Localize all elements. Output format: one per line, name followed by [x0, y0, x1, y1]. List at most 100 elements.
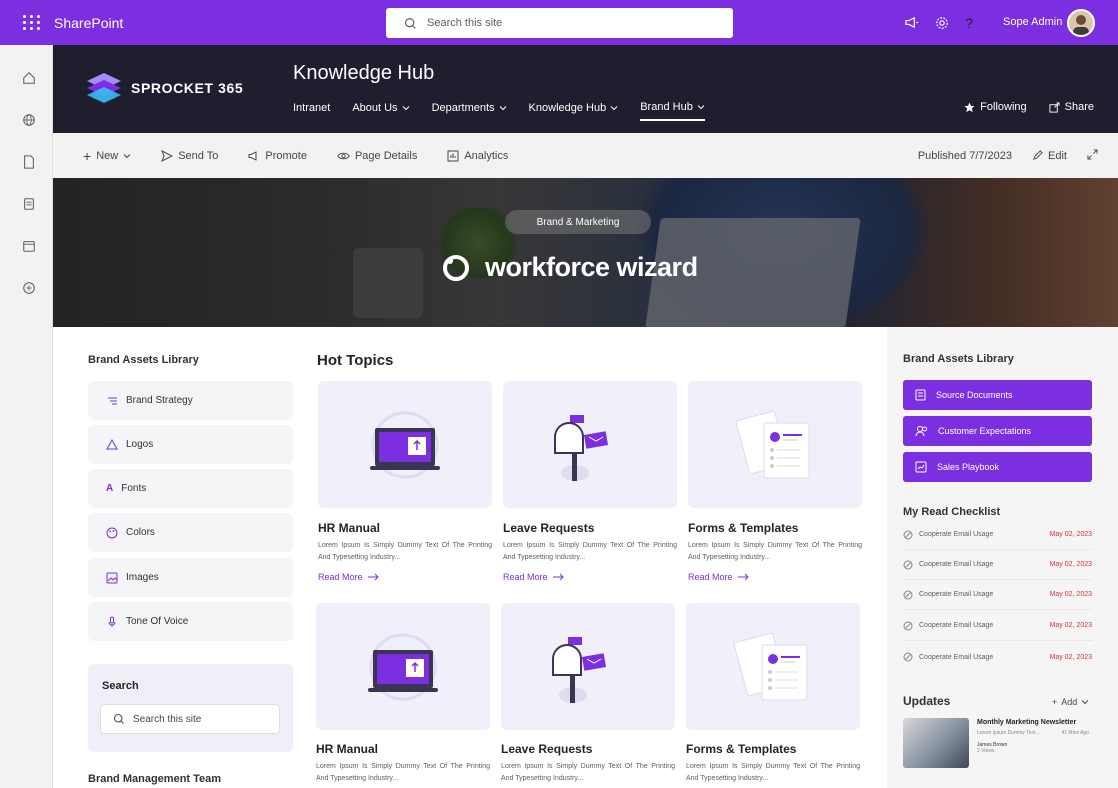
checklist-name: Cooperate Email Usage: [919, 591, 994, 598]
updates-title: Updates: [903, 694, 951, 708]
link-icon: [903, 652, 913, 662]
read-more-link[interactable]: Read More: [318, 572, 379, 582]
nav-departments[interactable]: Departments: [432, 101, 507, 121]
analytics-icon: [447, 150, 459, 161]
library-item-label: Tone Of Voice: [126, 616, 189, 627]
analytics-button[interactable]: Analytics: [447, 150, 508, 162]
hero-banner: Brand & Marketing workforce wizard: [53, 178, 1118, 327]
search-input[interactable]: Search this site: [100, 704, 280, 734]
hero-wordmark-text: workforce wizard: [485, 252, 698, 282]
card-text: Lorem Ipsum Is Simply Dummy Text Of The …: [688, 542, 862, 561]
button-label: Source Documents: [936, 390, 1013, 400]
library-item-images[interactable]: Images: [88, 558, 293, 597]
card-title[interactable]: Leave Requests: [503, 521, 594, 535]
analytics-label: Analytics: [464, 149, 509, 162]
app-name[interactable]: SharePoint: [54, 15, 123, 31]
card-title[interactable]: Forms & Templates: [688, 521, 798, 535]
library-item-brand-strategy[interactable]: Brand Strategy: [88, 381, 293, 420]
hero-tag: Brand & Marketing: [505, 210, 651, 234]
share-button[interactable]: Share: [1049, 101, 1094, 113]
add-circle-icon[interactable]: [21, 280, 37, 296]
library-item-colors[interactable]: Colors: [88, 513, 293, 552]
right-library-title: Brand Assets Library: [903, 353, 1014, 365]
nav-intranet[interactable]: Intranet: [293, 101, 330, 121]
card-title[interactable]: HR Manual: [318, 521, 380, 535]
site-title[interactable]: Knowledge Hub: [293, 62, 434, 85]
avatar[interactable]: [1067, 9, 1095, 37]
source-documents-button[interactable]: Source Documents: [903, 380, 1092, 410]
sprocket-logo-icon: [87, 73, 121, 103]
checklist-item[interactable]: Cooperate Email Usage May 02, 2023: [903, 550, 1092, 580]
card-image-hr-manual[interactable]: [316, 603, 490, 730]
edit-button[interactable]: Edit: [1032, 150, 1067, 162]
news-views: 2 Views: [977, 748, 995, 754]
hot-topics-title: Hot Topics: [317, 352, 394, 369]
card-image-leave-requests[interactable]: [501, 603, 675, 730]
document-icon[interactable]: [21, 154, 37, 170]
customer-expectations-button[interactable]: Customer Expectations: [903, 416, 1092, 446]
new-label: New: [96, 149, 119, 162]
read-more-link[interactable]: Read More: [688, 572, 749, 582]
checklist-item[interactable]: Cooperate Email Usage May 02, 2023: [903, 642, 1092, 672]
library-item-fonts[interactable]: A Fonts: [88, 469, 293, 508]
arrow-right-icon: [737, 573, 749, 581]
checklist-title: My Read Checklist: [903, 506, 1001, 518]
new-button[interactable]: + New: [83, 148, 131, 164]
news-item[interactable]: Monthly Marketing Newsletter Lorem Ipsum…: [903, 718, 1092, 773]
help-icon[interactable]: ?: [965, 15, 973, 31]
add-update-button[interactable]: + Add: [1052, 697, 1089, 707]
card-text: Lorem Ipsum Is Simply Dummy Text Of The …: [318, 542, 492, 561]
promote-button[interactable]: Promote: [248, 150, 307, 162]
send-to-button[interactable]: Send To: [161, 149, 218, 162]
checklist-date: May 02, 2023: [1049, 591, 1092, 598]
send-icon: [161, 149, 174, 162]
card-image-forms-templates[interactable]: [688, 381, 862, 508]
card-title[interactable]: Leave Requests: [501, 742, 592, 756]
checklist-item[interactable]: Cooperate Email Usage May 02, 2023: [903, 580, 1092, 610]
command-bar: + New Send To Promote Page Details Analyt…: [53, 133, 1118, 178]
megaphone-icon[interactable]: [904, 15, 919, 30]
chevron-down-icon: [1081, 700, 1089, 705]
site-logo[interactable]: SPROCKET 365: [85, 71, 243, 105]
home-icon[interactable]: [21, 70, 37, 86]
people-icon: [915, 426, 927, 437]
search-title: Search: [102, 680, 139, 692]
checklist-item[interactable]: Cooperate Email Usage May 02, 2023: [903, 520, 1092, 550]
user-name[interactable]: Sope Admin: [1003, 16, 1062, 28]
gear-icon[interactable]: [935, 16, 949, 30]
document-icon: [915, 389, 926, 401]
card-title[interactable]: Forms & Templates: [686, 742, 796, 756]
card-image-leave-requests[interactable]: [503, 381, 677, 508]
page-details-button[interactable]: Page Details: [337, 150, 417, 162]
app-launcher-icon[interactable]: [22, 13, 42, 33]
card-image-forms-templates[interactable]: [686, 603, 860, 730]
nav-brand-hub[interactable]: Brand Hub: [640, 101, 705, 121]
card-image-hr-manual[interactable]: [318, 381, 492, 508]
checklist-name: Cooperate Email Usage: [919, 622, 994, 629]
eye-icon: [337, 152, 350, 159]
notes-icon[interactable]: [21, 196, 37, 212]
mailbox-icon: [554, 414, 609, 481]
checklist-name: Cooperate Email Usage: [919, 561, 994, 568]
site-search-input[interactable]: Search this site: [386, 8, 733, 38]
library-item-logos[interactable]: Logos: [88, 425, 293, 464]
calendar-icon[interactable]: [21, 238, 37, 254]
expand-icon[interactable]: [1087, 148, 1098, 163]
left-rail: [0, 45, 53, 788]
nav-knowledge-hub[interactable]: Knowledge Hub: [529, 101, 619, 121]
checklist-item[interactable]: Cooperate Email Usage May 02, 2023: [903, 611, 1092, 641]
chevron-down-icon: [697, 105, 705, 110]
forms-icon: [735, 410, 810, 478]
nav-about-us[interactable]: About Us: [352, 101, 409, 121]
plus-icon: +: [83, 147, 92, 164]
read-more-label: Read More: [688, 572, 733, 582]
library-item-tone-of-voice[interactable]: Tone Of Voice: [88, 602, 293, 641]
read-more-link[interactable]: Read More: [503, 572, 564, 582]
card-title[interactable]: HR Manual: [316, 742, 378, 756]
nav-label: Intranet: [293, 102, 331, 114]
laptop-upload-icon: [368, 633, 438, 700]
globe-icon[interactable]: [21, 112, 37, 128]
link-icon: [903, 590, 913, 599]
following-button[interactable]: Following: [964, 101, 1027, 113]
sales-playbook-button[interactable]: Sales Playbook: [903, 452, 1092, 482]
